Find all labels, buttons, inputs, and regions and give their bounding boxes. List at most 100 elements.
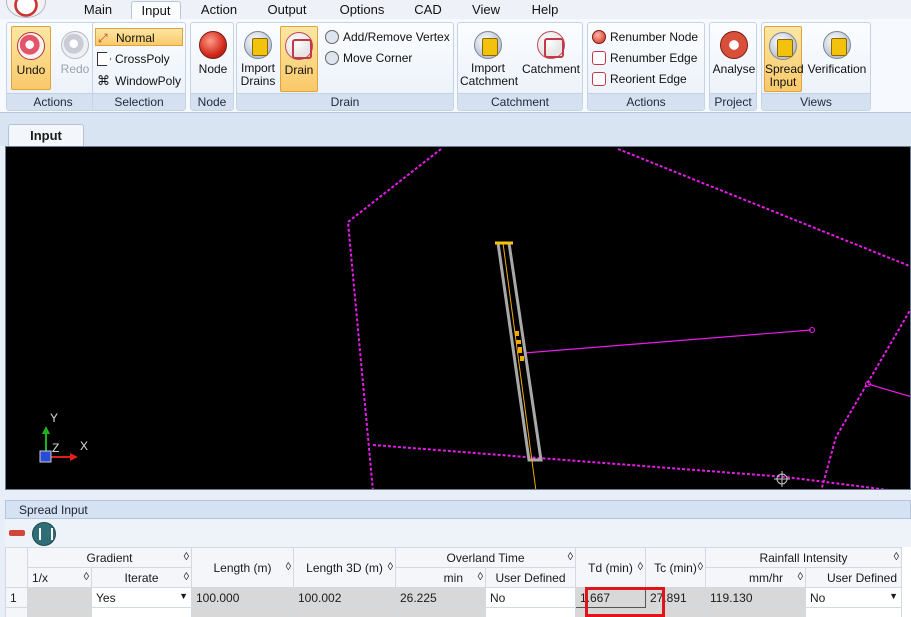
- header-one-over-x[interactable]: 1/x ◊: [27, 567, 92, 588]
- menu-tab-options[interactable]: Options: [336, 1, 388, 19]
- app-logo-icon[interactable]: [6, 0, 46, 18]
- catchment-button[interactable]: Catchment: [520, 26, 582, 92]
- catchment-boundary-right[interactable]: [820, 307, 911, 490]
- table-row[interactable]: 1 Yes ▼ 100.000 100.002 26.225 No 1.667 2…: [5, 587, 902, 608]
- menu-tab-cad[interactable]: CAD: [412, 1, 444, 19]
- windowpoly-button[interactable]: ⌘ WindowPoly: [95, 72, 183, 90]
- header-overland-time[interactable]: Overland Time ◊: [395, 547, 576, 568]
- group-label-catchment: Catchment: [458, 93, 582, 110]
- analyse-gear-icon: [720, 31, 748, 59]
- add-remove-vertex-button[interactable]: Add/Remove Vertex: [323, 28, 451, 46]
- row-number[interactable]: 1: [5, 587, 28, 608]
- header-tc[interactable]: Tc (min) ◊: [645, 547, 706, 588]
- sort-icon[interactable]: ◊: [638, 561, 643, 573]
- table-cell[interactable]: [485, 607, 576, 617]
- table-cell[interactable]: [27, 607, 92, 617]
- cell-iterate[interactable]: Yes ▼: [91, 587, 192, 608]
- table-cell[interactable]: [705, 607, 806, 617]
- menu-tab-help[interactable]: Help: [528, 1, 562, 19]
- renumber-node-icon: [592, 30, 606, 44]
- group-label-project: Project: [710, 93, 756, 110]
- row-number[interactable]: [5, 607, 28, 617]
- analyse-button[interactable]: Analyse: [712, 26, 756, 90]
- catchment-boundary-bottom[interactable]: [372, 444, 911, 490]
- menu-tab-output[interactable]: Output: [262, 1, 312, 19]
- header-rainfall-mmhr[interactable]: mm/hr ◊: [705, 567, 806, 588]
- crosspoly-button[interactable]: CrossPoly: [95, 50, 183, 68]
- remove-row-icon[interactable]: [8, 524, 26, 542]
- import-catchment-button[interactable]: Import Catchment: [460, 26, 519, 92]
- verification-button[interactable]: Verification: [804, 26, 870, 92]
- ribbon-group-renumber-actions: Renumber Node Renumber Edge Reorient Edg…: [587, 22, 705, 111]
- header-overland-min[interactable]: min ◊: [395, 567, 486, 588]
- cell-one-over-x[interactable]: [27, 587, 92, 608]
- table-cell[interactable]: [91, 607, 192, 617]
- header-td[interactable]: Td (min) ◊: [575, 547, 646, 588]
- analyse-label: Analyse: [712, 62, 756, 76]
- menu-tab-input[interactable]: Input: [131, 1, 181, 19]
- drain-button[interactable]: Drain: [280, 26, 318, 92]
- sort-icon[interactable]: ◊: [698, 561, 703, 573]
- menu-tab-action[interactable]: Action: [198, 1, 240, 19]
- header-length-3d[interactable]: Length 3D (m) ◊: [293, 547, 396, 588]
- crosspoly-icon: [97, 52, 111, 66]
- header-rainfall-intensity[interactable]: Rainfall Intensity ◊: [705, 547, 902, 568]
- menu-tab-main[interactable]: Main: [80, 1, 116, 19]
- normal-select-button[interactable]: ⤢ Normal: [95, 28, 183, 46]
- table-cell[interactable]: [395, 607, 486, 617]
- normal-select-label: Normal: [116, 31, 155, 45]
- sort-icon[interactable]: ◊: [388, 561, 393, 573]
- cell-length[interactable]: 100.000: [191, 587, 294, 608]
- header-length[interactable]: Length (m) ◊: [191, 547, 294, 588]
- drain-centerline[interactable]: [502, 242, 537, 490]
- cell-overland-user-defined[interactable]: No: [485, 587, 576, 608]
- sort-icon[interactable]: ◊: [184, 571, 189, 583]
- cell-rainfall-mmhr[interactable]: 119.130: [705, 587, 806, 608]
- undo-button[interactable]: Undo: [11, 26, 51, 90]
- crosshair-marker[interactable]: [774, 471, 790, 487]
- sort-icon[interactable]: ◊: [286, 561, 291, 573]
- node-label: Node: [198, 62, 228, 76]
- renumber-node-button[interactable]: Renumber Node: [590, 28, 704, 46]
- sort-icon[interactable]: ◊: [798, 571, 803, 583]
- table-cell[interactable]: [293, 607, 396, 617]
- menu-tab-view[interactable]: View: [469, 1, 503, 19]
- row-header-corner: [5, 547, 28, 588]
- catchment-link-line[interactable]: [523, 329, 812, 354]
- dropdown-arrow-icon[interactable]: ▼: [889, 591, 898, 601]
- sort-icon[interactable]: ◊: [894, 551, 899, 563]
- sort-icon[interactable]: ◊: [184, 551, 189, 563]
- table-row[interactable]: [5, 607, 902, 617]
- ribbon-group-selection: ⤢ Normal CrossPoly ⌘ WindowPoly Selectio…: [92, 22, 186, 111]
- renumber-edge-label: Renumber Edge: [610, 51, 698, 65]
- renumber-edge-button[interactable]: Renumber Edge: [590, 49, 704, 67]
- header-iterate[interactable]: Iterate ◊: [91, 567, 192, 588]
- sort-icon[interactable]: ◊: [84, 571, 89, 583]
- import-drains-button[interactable]: Import Drains: [238, 26, 278, 92]
- cell-overland-min[interactable]: 26.225: [395, 587, 486, 608]
- dropdown-arrow-icon[interactable]: ▼: [179, 591, 188, 601]
- cad-canvas[interactable]: Y Z X: [5, 146, 911, 490]
- cell-length-3d[interactable]: 100.002: [293, 587, 396, 608]
- sort-icon[interactable]: ◊: [478, 571, 483, 583]
- column-settings-icon[interactable]: [32, 522, 56, 546]
- node-button[interactable]: Node: [194, 26, 232, 90]
- cad-drawing[interactable]: [6, 147, 911, 490]
- sort-icon[interactable]: ◊: [568, 551, 573, 563]
- move-corner-button[interactable]: Move Corner: [323, 49, 451, 67]
- catchment-boundary-left[interactable]: [346, 148, 442, 490]
- table-cell[interactable]: [805, 607, 902, 617]
- add-remove-vertex-label: Add/Remove Vertex: [343, 30, 450, 44]
- reorient-edge-button[interactable]: Reorient Edge: [590, 70, 704, 88]
- header-overland-user-defined[interactable]: User Defined: [485, 567, 576, 588]
- cell-rainfall-user-defined[interactable]: No ▼: [805, 587, 902, 608]
- catchment-link-line-2[interactable]: [867, 383, 911, 398]
- header-gradient[interactable]: Gradient ◊: [27, 547, 192, 568]
- redo-button[interactable]: Redo: [55, 26, 95, 90]
- import-catchment-label: Import Catchment: [460, 61, 519, 88]
- document-tab-input[interactable]: Input: [8, 124, 84, 147]
- catchment-boundary-top-right[interactable]: [617, 148, 911, 268]
- header-rainfall-user-defined[interactable]: User Defined: [805, 567, 902, 588]
- spread-input-button[interactable]: Spread Input: [764, 26, 804, 92]
- table-cell[interactable]: [191, 607, 294, 617]
